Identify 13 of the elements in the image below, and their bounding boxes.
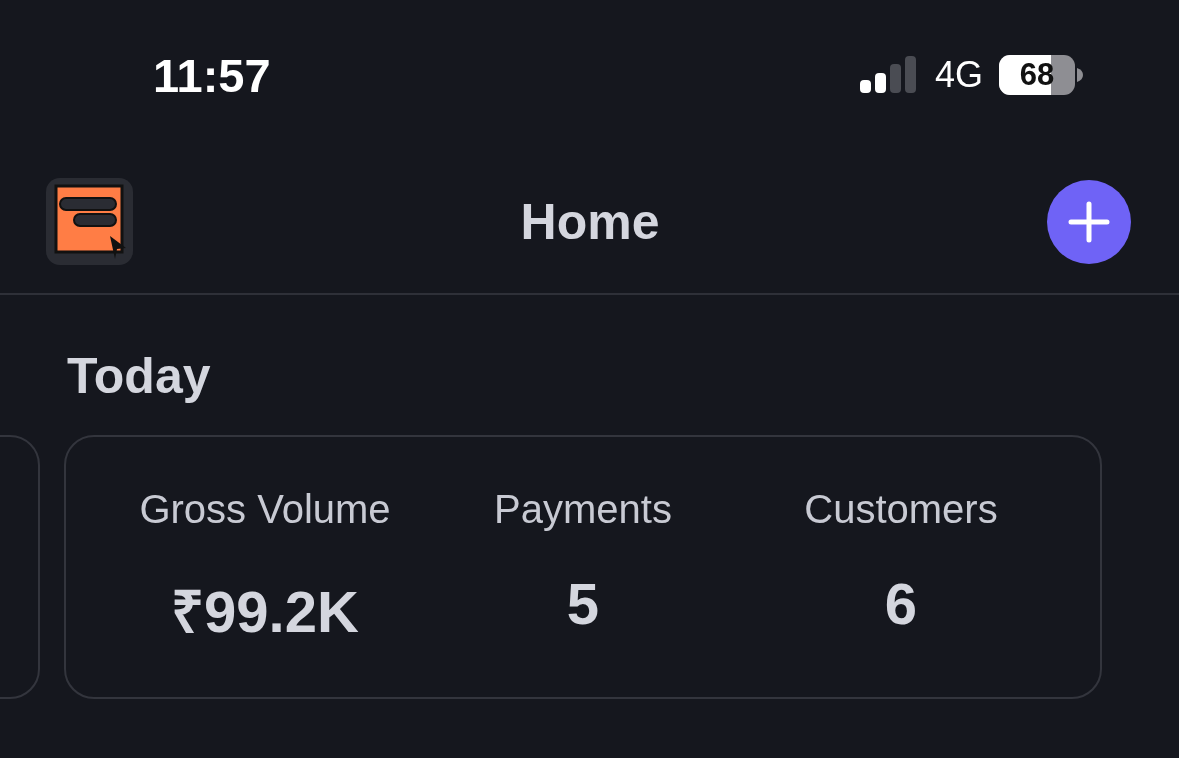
- signal-icon: [858, 56, 919, 94]
- stat-value: 6: [884, 570, 918, 637]
- section-title: Today: [67, 347, 212, 406]
- stat-value: ₹99.2K: [171, 578, 359, 646]
- stat-label: Customers: [804, 487, 998, 532]
- network-type: 4G: [934, 54, 983, 96]
- stat-label: Payments: [494, 487, 672, 532]
- stat-value: 5: [566, 570, 600, 637]
- stat-label: Gross Volume: [139, 487, 391, 532]
- status-time: 11:57: [153, 47, 272, 103]
- page-title: Home: [520, 192, 660, 251]
- app-logo-icon[interactable]: [46, 178, 133, 265]
- plus-icon: [1067, 199, 1111, 244]
